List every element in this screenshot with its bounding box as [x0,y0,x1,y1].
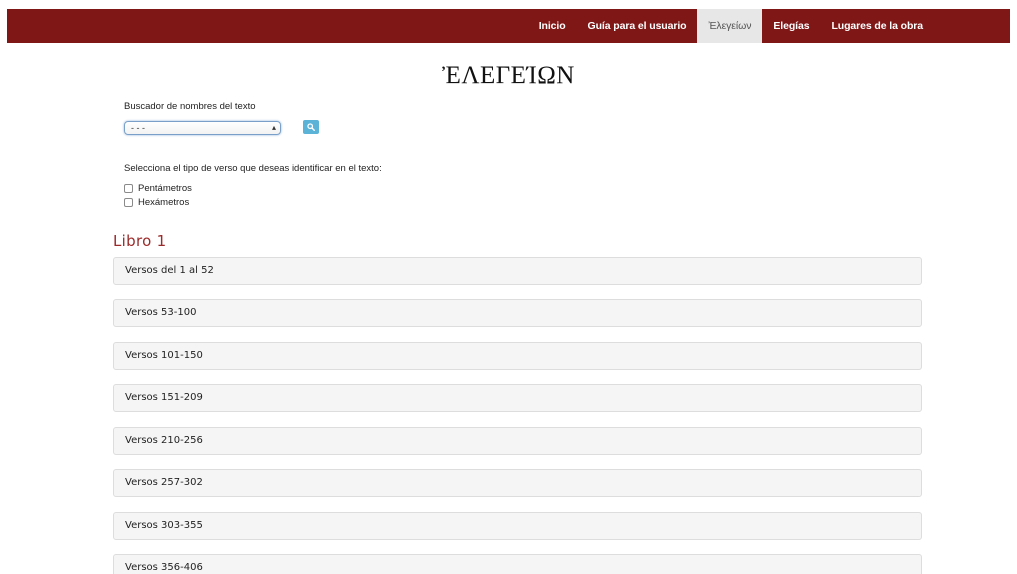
search-label: Buscador de nombres del texto [124,101,256,112]
verse-type-label: Selecciona el tipo de verso que deseas i… [124,163,382,174]
select-value: - - - [131,123,145,133]
nav-guia-usuario[interactable]: Guía para el usuario [577,9,698,43]
search-icon [307,123,315,131]
verse-section-panel[interactable]: Versos 257-302 [113,469,922,497]
hexametros-option[interactable]: Hexámetros [124,197,189,208]
book-title: Libro 1 [113,232,167,250]
search-button[interactable] [303,120,319,134]
verse-section-panel[interactable]: Versos 151-209 [113,384,922,412]
hexametros-checkbox[interactable] [124,198,133,207]
name-search-select[interactable]: - - - ▴ [124,121,281,135]
verse-section-panel[interactable]: Versos del 1 al 52 [113,257,922,285]
verse-section-panel[interactable]: Versos 356-406 [113,554,922,574]
nav-lugares-obra[interactable]: Lugares de la obra [820,9,934,43]
verse-section-panel[interactable]: Versos 53-100 [113,299,922,327]
page-title: ἘΛΕΓΕΊΩΝ [442,62,575,89]
pentametros-option[interactable]: Pentámetros [124,183,192,194]
pentametros-label: Pentámetros [138,183,192,194]
verse-section-panel[interactable]: Versos 101-150 [113,342,922,370]
top-navbar: Inicio Guía para el usuario Ἐλεγείων Ele… [7,9,1010,43]
hexametros-label: Hexámetros [138,197,190,208]
nav-elegeion[interactable]: Ἐλεγείων [697,9,763,43]
nav-elegias[interactable]: Elegías [762,9,820,43]
nav-inicio[interactable]: Inicio [528,9,577,43]
select-arrows-icon: ▴ [271,123,276,132]
verse-section-panel[interactable]: Versos 210-256 [113,427,922,455]
verse-section-panel[interactable]: Versos 303-355 [113,512,922,540]
pentametros-checkbox[interactable] [124,184,133,193]
